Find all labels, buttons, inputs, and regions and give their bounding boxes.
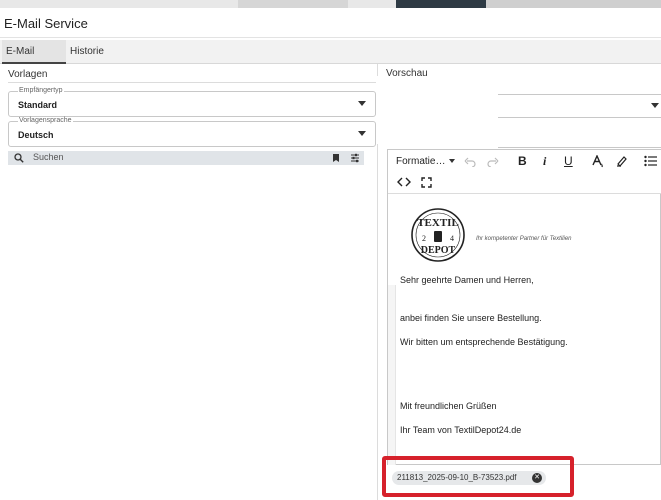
highlighter-icon[interactable]	[616, 155, 628, 167]
templates-title: Vorlagen	[8, 69, 48, 80]
redo-icon[interactable]	[487, 157, 499, 167]
tab-historie[interactable]: Historie	[66, 40, 106, 64]
formats-label: Formatie…	[396, 156, 446, 167]
window-title: E-Mail Service	[4, 16, 88, 31]
body-line: Sehr geehrte Damen und Herren,	[400, 275, 534, 285]
chevron-down-icon	[449, 159, 456, 164]
chevron-down-icon	[358, 101, 366, 106]
editor-scrollbar[interactable]	[388, 285, 396, 485]
body-line: anbei finden Sie unsere Bestellung.	[400, 313, 542, 323]
preview-select[interactable]	[498, 94, 661, 118]
window-titlebar: E-Mail Service	[0, 8, 661, 38]
textil-depot-logo: TEXTIL 2 4 DEPOT	[411, 208, 465, 262]
divider	[8, 82, 378, 83]
logo-tagline: Ihr kompetenter Partner für Textilien	[476, 236, 572, 242]
text-color-icon[interactable]	[592, 155, 604, 168]
recipient-type-select[interactable]: Empfängertyp Standard	[8, 87, 376, 117]
tab-bar: E-Mail senden Historie	[0, 40, 661, 81]
recipient-type-value: Standard	[18, 100, 58, 110]
formats-dropdown[interactable]: Formatie…	[396, 156, 456, 167]
bookmark-icon[interactable]	[331, 153, 341, 163]
top-strip	[0, 0, 661, 8]
italic-button[interactable]: i	[543, 154, 546, 169]
chevron-down-icon	[358, 131, 366, 136]
body-line: Ihr Team von TextilDepot24.de	[400, 425, 522, 435]
body-line: Mit freundlichen Grüßen	[400, 401, 497, 411]
editor-toolbar: Formatie… B i U	[388, 150, 661, 194]
bold-button[interactable]: B	[518, 154, 527, 168]
search-placeholder: Suchen	[33, 152, 64, 162]
email-editor: Formatie… B i U TEXTIL 2 4 DEPOT Ihr kom…	[387, 149, 661, 485]
templates-panel: Vorlagen Empfängertyp Standard Vorlagens…	[0, 64, 378, 500]
recipient-type-label: Empfängertyp	[18, 87, 64, 94]
overlay-blank	[376, 76, 496, 144]
editor-content[interactable]: TEXTIL 2 4 DEPOT Ihr kompetenter Partner…	[388, 195, 661, 485]
template-language-value: Deutsch	[18, 130, 54, 140]
filter-settings-icon[interactable]	[350, 153, 360, 163]
top-strip-segment	[396, 0, 486, 8]
logo-bottom-text: DEPOT	[421, 245, 456, 256]
body-line: Wir bitten um entsprechende Bestätigung.	[400, 337, 568, 347]
chevron-down-icon	[651, 103, 659, 108]
template-language-label: Vorlagensprache	[18, 117, 73, 124]
template-language-select[interactable]: Vorlagensprache Deutsch	[8, 117, 376, 147]
source-code-icon[interactable]	[397, 177, 411, 187]
tab-email-senden[interactable]: E-Mail senden	[2, 40, 66, 81]
logo-top-text: TEXTIL	[417, 217, 459, 229]
underline-button[interactable]: U	[564, 154, 573, 168]
logo-left-digit: 2	[422, 234, 426, 243]
undo-icon[interactable]	[464, 157, 476, 167]
preview-subject-field[interactable]	[498, 124, 661, 148]
fullscreen-icon[interactable]	[421, 177, 432, 188]
top-strip-segment	[486, 0, 661, 8]
template-search-input[interactable]: Suchen	[8, 151, 364, 165]
logo-right-digit: 4	[450, 234, 454, 243]
highlight-box	[382, 456, 574, 497]
top-strip-segment	[238, 0, 348, 8]
search-icon	[14, 153, 24, 163]
bullet-list-icon[interactable]	[644, 155, 658, 167]
